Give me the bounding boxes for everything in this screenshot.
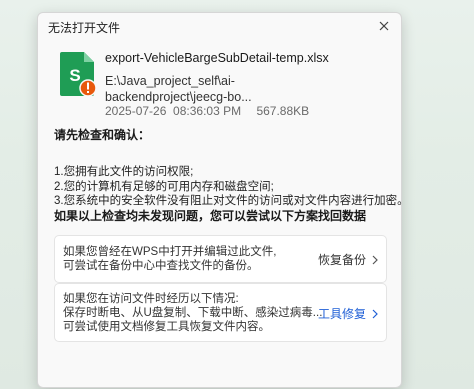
- backup-card-text: 如果您曾经在WPS中打开并编辑过此文件, 可尝试在备份中心中查找文件的备份。: [63, 245, 276, 273]
- check-item: 1.您拥有此文件的访问权限;: [54, 166, 194, 178]
- tool-repair-label: 工具修复: [317, 307, 366, 321]
- tool-repair-button[interactable]: 工具修复: [318, 305, 378, 322]
- backup-card-line: 如果您曾经在WPS中打开并编辑过此文件,: [63, 246, 277, 258]
- check-section-title: 请先检查和确认：: [54, 128, 151, 142]
- file-path-line: backendproject\jeecg-bo...: [105, 90, 252, 104]
- dialog-title: 无法打开文件: [48, 21, 121, 35]
- backup-card-line: 可尝试在备份中心中查找文件的备份。: [63, 260, 259, 272]
- file-type-letter: S: [69, 66, 80, 85]
- check-item: 2.您的计算机有足够的可用内存和磁盘空间;: [54, 180, 274, 193]
- recovery-section-title: 如果以上检查均未发现问题，您可以尝试以下方案找回数据: [54, 209, 367, 223]
- file-datetime: 2025-07-26 08:36:03 PM: [105, 104, 242, 118]
- error-dialog: 无法打开文件 S export-VehicleBargeSubDetail-te…: [37, 12, 409, 388]
- file-size: 567.88KB: [256, 104, 310, 118]
- close-icon: [379, 21, 389, 31]
- file-path: E:\Java_project_self\ai- backendproject\…: [105, 73, 255, 105]
- file-name: export-VehicleBargeSubDetail-temp.xlsx: [105, 51, 329, 65]
- repair-card-line: 保存时断电、从U盘复制、下载中断、感染过病毒...: [63, 307, 323, 319]
- check-list: 1.您拥有此文件的访问权限; 2.您的计算机有足够的可用内存和磁盘空间; 3.您…: [54, 165, 409, 209]
- restore-backup-button[interactable]: 恢复备份: [318, 251, 378, 268]
- file-meta: 2025-07-26 08:36:03 PM 567.88KB: [105, 104, 309, 118]
- repair-card-line: 如果您在访问文件时经历以下情况:: [63, 293, 239, 305]
- warning-icon: [79, 79, 97, 97]
- close-button[interactable]: [375, 17, 393, 35]
- backup-card: 如果您曾经在WPS中打开并编辑过此文件, 可尝试在备份中心中查找文件的备份。 恢…: [54, 235, 387, 283]
- title-bar: 无法打开文件: [38, 13, 401, 39]
- repair-card: 如果您在访问文件时经历以下情况: 保存时断电、从U盘复制、下载中断、感染过病毒.…: [54, 283, 387, 342]
- repair-card-line: 可尝试使用文档修复工具恢复文件内容。: [63, 321, 270, 333]
- repair-card-text: 如果您在访问文件时经历以下情况: 保存时断电、从U盘复制、下载中断、感染过病毒.…: [63, 292, 322, 334]
- spreadsheet-file-icon: S: [60, 52, 97, 97]
- chevron-right-icon: [372, 309, 378, 319]
- chevron-right-icon: [372, 255, 378, 265]
- file-path-line: E:\Java_project_self\ai-: [105, 74, 235, 88]
- restore-backup-label: 恢复备份: [317, 253, 366, 267]
